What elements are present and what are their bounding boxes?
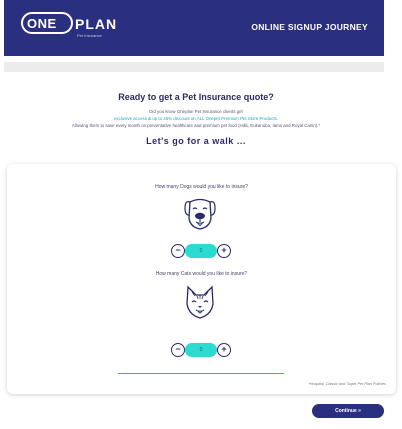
header-banner: ONE PLAN Pet Insurance ONLINE SIGNUP JOU… [4,0,384,56]
dogs-count-value: 0 [185,244,217,258]
logo-one-text: ONE [27,16,57,31]
page-title: ONLINE SIGNUP JOURNEY [251,22,368,32]
dogs-minus-button[interactable]: − [171,244,185,258]
intro-heading: Ready to get a Pet Insurance quote? [118,92,274,102]
dogs-question: How many Dogs would you like to insure? [155,184,248,190]
intro-text-2: exclusive access & up to 25% discount on… [113,116,279,121]
intro-text-1: Did you know Oneplan Pet Insurance clien… [149,109,243,114]
continue-button[interactable]: Continue » [312,404,384,418]
cats-plus-button[interactable]: + [217,343,231,357]
cats-minus-button[interactable]: − [171,343,185,357]
cats-question: How many Cats would you like to insure? [155,271,248,277]
logo-plan-text: PLAN [75,16,118,32]
walk-heading: Let's go for a walk ... [146,136,246,146]
logo-subtitle: Pet Insurance [77,33,102,38]
oneplan-logo[interactable]: ONE PLAN Pet Insurance [21,12,127,42]
dogs-plus-button[interactable]: + [217,244,231,258]
cats-count-value: 0 [185,343,217,357]
dogs-stepper[interactable]: − 0 + [171,244,231,258]
intro-text-3: Allowing them to save every month on pre… [71,123,321,128]
cat-icon [186,285,214,319]
pet-count-card: How many Dogs would you like to insure? … [7,164,396,394]
progress-strip [4,62,384,72]
dog-icon [184,198,216,230]
divider-line [118,373,284,374]
policy-footnote: *Hospital, Classic and Super Pet Plan Po… [308,382,386,386]
cats-stepper[interactable]: − 0 + [171,343,231,357]
intro-section: Ready to get a Pet Insurance quote? Did … [0,92,392,146]
